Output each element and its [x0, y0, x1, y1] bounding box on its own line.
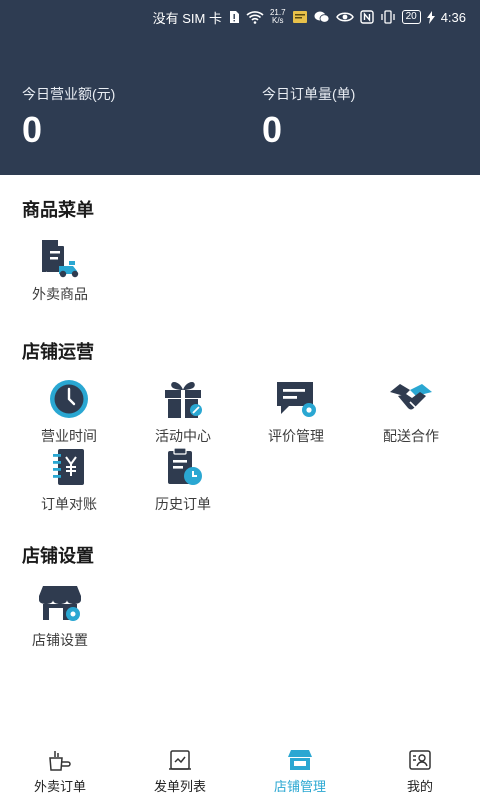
dispatch-list-icon — [169, 750, 191, 770]
battery-indicator: 20 — [401, 10, 421, 24]
today-orders-value: 0 — [262, 109, 283, 150]
ops-item-delivery-partner[interactable]: 配送合作 — [361, 378, 461, 446]
net-speed-unit: K/s — [271, 16, 284, 25]
ops-item-delivery-partner-label: 配送合作 — [383, 428, 439, 444]
tab-takeout-orders[interactable]: 外卖订单 — [0, 744, 120, 800]
section-title-operations: 店铺运营 — [22, 342, 94, 362]
takeout-order-icon — [49, 751, 71, 771]
eye-icon — [335, 11, 354, 23]
review-icon — [277, 382, 316, 417]
today-sales-label: 今日营业额(元) — [22, 86, 116, 102]
header: 没有 SIM 卡 21.7 K/s 20 4:36 今日营业额(元) 0 今日订… — [0, 0, 480, 175]
carrier-text: 没有 SIM 卡 — [152, 10, 222, 26]
tab-dispatch-list-label: 发单列表 — [153, 779, 206, 794]
menu-item-takeout-goods-label: 外卖商品 — [32, 286, 88, 302]
section-title-settings: 店铺设置 — [22, 546, 94, 566]
tab-takeout-orders-label: 外卖订单 — [33, 779, 86, 794]
ops-item-review-manage-label: 评价管理 — [268, 428, 324, 444]
today-sales: 今日营业额(元) 0 — [22, 84, 115, 150]
ops-item-review-manage[interactable]: 评价管理 — [246, 378, 346, 446]
nfc-icon — [359, 10, 374, 24]
ops-item-order-reconcile-label: 订单对账 — [41, 496, 97, 512]
tab-store-management[interactable]: 店铺管理 — [240, 744, 360, 800]
ops-item-activity-center-label: 活动中心 — [155, 428, 211, 444]
today-orders-label: 今日订单量(单) — [262, 86, 356, 102]
ops-item-history-orders-label: 历史订单 — [155, 496, 211, 512]
ops-item-order-reconcile[interactable]: 订单对账 — [19, 446, 119, 514]
wifi-icon — [246, 10, 264, 24]
settings-item-store-settings[interactable]: 店铺设置 — [10, 582, 110, 650]
status-bar: 没有 SIM 卡 21.7 K/s 20 4:36 — [0, 6, 466, 28]
history-order-icon — [168, 447, 202, 485]
settings-item-store-settings-label: 店铺设置 — [32, 632, 88, 648]
section-title-menu: 商品菜单 — [22, 200, 94, 220]
tab-mine[interactable]: 我的 — [360, 744, 480, 800]
tab-dispatch-list[interactable]: 发单列表 — [120, 744, 240, 800]
takeout-goods-icon — [42, 240, 79, 278]
tab-mine-label: 我的 — [406, 779, 433, 794]
tab-store-management-label: 店铺管理 — [273, 779, 326, 794]
ops-item-history-orders[interactable]: 历史订单 — [133, 446, 233, 514]
charging-icon — [426, 10, 435, 24]
ops-item-business-hours[interactable]: 营业时间 — [19, 378, 119, 446]
ops-item-business-hours-label: 营业时间 — [41, 428, 97, 444]
clock-icon — [50, 380, 88, 418]
notification-icon — [292, 10, 308, 24]
store-manage-icon — [288, 750, 312, 770]
handshake-icon — [390, 384, 432, 410]
net-speed: 21.7 K/s — [270, 9, 286, 25]
sim-alert-icon — [228, 10, 240, 24]
clock-time: 4:36 — [440, 9, 466, 25]
today-sales-value: 0 — [22, 109, 43, 150]
menu-item-takeout-goods[interactable]: 外卖商品 — [10, 236, 110, 304]
wechat-icon — [314, 10, 330, 24]
bottom-tab-bar: 外卖订单 发单列表 店铺管理 我的 — [0, 744, 480, 800]
today-orders: 今日订单量(单) 0 — [262, 84, 355, 150]
profile-icon — [409, 750, 431, 770]
vibrate-icon — [380, 10, 396, 24]
gift-icon — [165, 382, 202, 418]
store-settings-icon — [39, 586, 81, 621]
ops-item-activity-center[interactable]: 活动中心 — [133, 378, 233, 446]
reconcile-icon — [53, 449, 84, 485]
